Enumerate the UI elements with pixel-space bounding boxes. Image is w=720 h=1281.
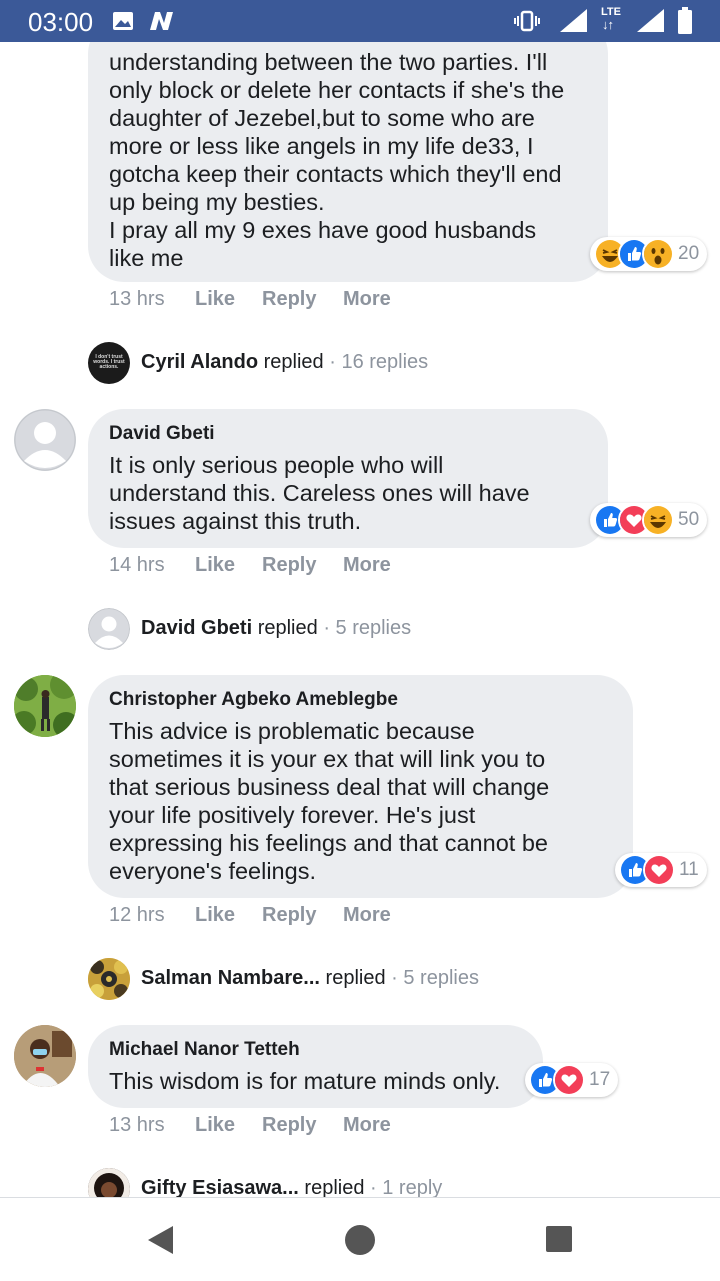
comment-bubble: Michael Nanor Tetteh This wisdom is for … xyxy=(88,1025,543,1108)
reply-count: · 5 replies xyxy=(391,967,479,989)
comment-time: 14 hrs xyxy=(109,554,165,576)
profile-photo xyxy=(88,1168,130,1197)
recents-icon[interactable] xyxy=(545,1225,573,1253)
profile-photo xyxy=(88,958,130,1000)
comment-text: This advice is problematic because somet… xyxy=(109,718,550,884)
signal-icon xyxy=(560,9,587,32)
wow-reaction-icon xyxy=(642,238,674,270)
view-replies-link[interactable]: David Gbeti replied · 5 replies xyxy=(141,617,411,640)
comment-author[interactable]: Michael Nanor Tetteh xyxy=(109,1039,523,1061)
view-replies-link[interactable]: Gifty Esiasawa... replied · 1 reply xyxy=(141,1177,442,1197)
replied-word: replied xyxy=(263,351,324,373)
comment-text: It is only serious people who will under… xyxy=(109,452,530,534)
comment-time: 12 hrs xyxy=(109,904,165,926)
reply-count: · 5 replies xyxy=(323,617,412,639)
profile-photo xyxy=(14,1025,76,1087)
vibrate-icon xyxy=(514,10,540,32)
replier-name: Cyril Alando xyxy=(141,351,259,373)
comment-bubble: Christopher Agbeko Ameblegbe This advice… xyxy=(88,675,633,898)
avatar-text: I don't trust words. I trust actions. xyxy=(93,354,125,370)
comment-author[interactable]: Christopher Agbeko Ameblegbe xyxy=(109,689,613,711)
comment-bubble: understanding between the two parties. I… xyxy=(88,42,608,282)
view-replies-link[interactable]: Cyril Alando replied · 16 replies xyxy=(141,351,428,374)
data-arrows-icon: ↓↑ xyxy=(602,17,614,32)
home-icon[interactable] xyxy=(343,1223,377,1257)
comment-text: understanding between the two parties. I… xyxy=(109,49,565,271)
avatar[interactable] xyxy=(88,608,130,650)
battery-icon xyxy=(678,7,692,34)
haha-reaction-icon xyxy=(642,504,674,536)
comment-author[interactable]: David Gbeti xyxy=(109,423,588,445)
love-reaction-icon xyxy=(553,1064,585,1096)
avatar[interactable]: I don't trust words. I trust actions. xyxy=(88,342,130,384)
status-time: 03:00 xyxy=(28,7,94,37)
comment-time: 13 hrs xyxy=(109,288,165,310)
comment-time: 13 hrs xyxy=(109,1114,165,1136)
more-button[interactable]: More xyxy=(343,288,391,311)
more-button[interactable]: More xyxy=(343,554,391,577)
avatar[interactable] xyxy=(14,409,76,471)
like-button[interactable]: Like xyxy=(195,904,235,927)
avatar[interactable] xyxy=(14,1025,76,1087)
profile-photo xyxy=(14,675,76,737)
reply-count: · 1 reply xyxy=(370,1177,443,1197)
avatar[interactable] xyxy=(14,675,76,737)
reaction-count: 20 xyxy=(678,243,700,264)
replied-word: replied xyxy=(325,967,386,989)
reactions-summary[interactable]: 20 xyxy=(590,237,708,271)
reply-count: · 16 replies xyxy=(329,351,429,373)
app-n-icon xyxy=(150,12,173,30)
replier-name: Salman Nambare... xyxy=(141,967,320,989)
replied-word: replied xyxy=(257,617,318,639)
avatar[interactable] xyxy=(88,1168,130,1197)
more-button[interactable]: More xyxy=(343,904,391,927)
reactions-summary[interactable]: 11 xyxy=(615,853,707,887)
reply-button[interactable]: Reply xyxy=(262,904,316,927)
more-button[interactable]: More xyxy=(343,1114,391,1137)
view-replies-link[interactable]: Salman Nambare... replied · 5 replies xyxy=(141,967,479,990)
like-button[interactable]: Like xyxy=(195,1114,235,1137)
love-reaction-icon xyxy=(643,854,675,886)
like-button[interactable]: Like xyxy=(195,288,235,311)
back-icon[interactable] xyxy=(145,1224,175,1256)
comments-feed[interactable]: understanding between the two parties. I… xyxy=(0,42,720,1197)
reply-button[interactable]: Reply xyxy=(262,554,316,577)
image-notification-icon xyxy=(113,12,133,30)
replier-name: David Gbeti xyxy=(141,617,253,639)
like-button[interactable]: Like xyxy=(195,554,235,577)
replied-word: replied xyxy=(304,1177,365,1197)
navigation-bar xyxy=(0,1197,720,1281)
reaction-count: 50 xyxy=(678,509,700,530)
comment-text: This wisdom is for mature minds only. xyxy=(109,1068,501,1094)
reaction-count: 11 xyxy=(679,859,699,880)
replier-name: Gifty Esiasawa... xyxy=(141,1177,299,1197)
reactions-summary[interactable]: 50 xyxy=(590,503,708,537)
reaction-count: 17 xyxy=(589,1069,611,1090)
reactions-summary[interactable]: 17 xyxy=(525,1063,619,1097)
comment-bubble: David Gbeti It is only serious people wh… xyxy=(88,409,608,548)
default-avatar-icon xyxy=(88,608,130,650)
reply-button[interactable]: Reply xyxy=(262,288,316,311)
avatar[interactable] xyxy=(88,958,130,1000)
signal-icon-2 xyxy=(637,9,664,32)
default-avatar-icon xyxy=(14,409,76,471)
status-bar: 03:00 LTE ↓↑ xyxy=(0,0,720,42)
reply-button[interactable]: Reply xyxy=(262,1114,316,1137)
